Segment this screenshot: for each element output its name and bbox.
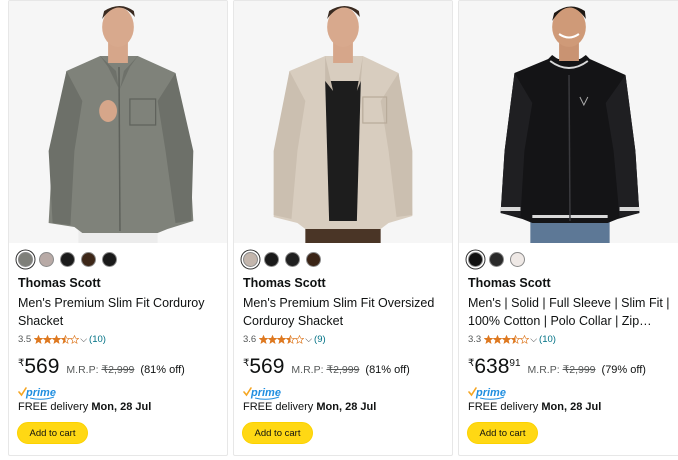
rating-value: 3.3: [468, 334, 482, 345]
product-image[interactable]: [459, 1, 678, 243]
mrp: M.R.P: ₹2,999: [291, 364, 359, 376]
rating-value: 3.5: [18, 334, 32, 345]
rating-value: 3.6: [243, 334, 257, 345]
rating-count-link[interactable]: (9): [314, 334, 326, 345]
delivery-info: FREE delivery Mon, 28 Jul: [468, 401, 601, 413]
delivery-label: FREE delivery: [243, 401, 314, 413]
price-whole: 569: [24, 355, 60, 378]
prime-check-icon: prime: [243, 387, 281, 400]
add-to-cart-button[interactable]: Add to cart: [467, 422, 538, 444]
delivery-label: FREE delivery: [468, 401, 539, 413]
product-title-link[interactable]: Men's Premium Slim Fit Corduroy Shacket: [18, 294, 223, 330]
product-grid: Thomas Scott Men's Premium Slim Fit Cord…: [0, 0, 678, 460]
mrp-label: M.R.P:: [291, 364, 324, 376]
rating-count-link[interactable]: (10): [89, 334, 106, 345]
star-icon: [259, 335, 269, 344]
color-swatch[interactable]: [264, 252, 279, 267]
price-row: ₹ 569 M.R.P: ₹2,999 (81% off): [243, 356, 410, 378]
star-icon: [295, 335, 305, 344]
add-to-cart-button[interactable]: Add to cart: [242, 422, 313, 444]
prime-badge: prime: [18, 386, 58, 400]
color-swatch[interactable]: [102, 252, 117, 267]
mrp: M.R.P: ₹2,999: [528, 364, 596, 376]
color-swatch[interactable]: [39, 252, 54, 267]
star-icon: [520, 335, 530, 344]
rating-row[interactable]: 3.6 ⌵ (9): [243, 334, 326, 345]
prime-badge: prime: [468, 386, 508, 400]
mrp-label: M.R.P:: [66, 364, 99, 376]
prime-label: prime: [475, 387, 506, 399]
add-to-cart-button[interactable]: Add to cart: [17, 422, 88, 444]
color-swatch[interactable]: [81, 252, 96, 267]
product-brand: Thomas Scott: [18, 276, 101, 290]
product-title-link[interactable]: Men's | Solid | Full Sleeve | Slim Fit |…: [468, 294, 673, 330]
star-icon: [61, 335, 71, 344]
color-swatch[interactable]: [243, 252, 258, 267]
product-brand: Thomas Scott: [243, 276, 326, 290]
color-swatch[interactable]: [285, 252, 300, 267]
delivery-date: Mon, 28 Jul: [316, 401, 377, 413]
mrp-value: ₹2,999: [326, 364, 360, 376]
delivery-date: Mon, 28 Jul: [91, 401, 152, 413]
mrp-label: M.R.P:: [527, 364, 560, 376]
rating-count-link[interactable]: (10): [539, 334, 556, 345]
star-icon: [484, 335, 494, 344]
delivery-info: FREE delivery Mon, 28 Jul: [243, 401, 376, 413]
prime-label: prime: [250, 387, 281, 399]
product-card[interactable]: Thomas Scott Men's Premium Slim Fit Cord…: [8, 0, 228, 456]
color-swatches: [243, 252, 321, 267]
color-swatch[interactable]: [60, 252, 75, 267]
star-icon: [34, 335, 44, 344]
prime-badge: prime: [243, 386, 283, 400]
rating-row[interactable]: 3.5 ⌵ (10): [18, 334, 106, 345]
color-swatch[interactable]: [510, 252, 525, 267]
star-rating-icon: [484, 335, 530, 344]
delivery-label: FREE delivery: [18, 401, 89, 413]
chevron-down-icon[interactable]: ⌵: [80, 334, 87, 345]
star-icon: [511, 335, 521, 344]
delivery-info: FREE delivery Mon, 28 Jul: [18, 401, 151, 413]
rating-row[interactable]: 3.3 ⌵ (10): [468, 334, 556, 345]
discount-text: (81% off): [140, 364, 185, 376]
product-title-link[interactable]: Men's Premium Slim Fit Oversized Corduro…: [243, 294, 448, 330]
mrp-value: ₹2,999: [101, 364, 135, 376]
star-icon: [43, 335, 53, 344]
prime-check-icon: prime: [468, 387, 506, 400]
star-icon: [277, 335, 287, 344]
star-icon: [268, 335, 278, 344]
chevron-down-icon[interactable]: ⌵: [305, 334, 312, 345]
color-swatch[interactable]: [489, 252, 504, 267]
delivery-date: Mon, 28 Jul: [541, 401, 602, 413]
star-icon: [493, 335, 503, 344]
product-card[interactable]: Thomas Scott Men's Premium Slim Fit Over…: [233, 0, 453, 456]
color-swatch[interactable]: [18, 252, 33, 267]
color-swatches: [18, 252, 117, 267]
chevron-down-icon[interactable]: ⌵: [530, 334, 537, 345]
mrp-value: ₹2,999: [562, 364, 596, 376]
price-whole: 638: [474, 355, 510, 378]
star-icon: [52, 335, 62, 344]
prime-label: prime: [25, 387, 56, 399]
star-rating-icon: [259, 335, 305, 344]
product-image[interactable]: [234, 1, 452, 243]
color-swatch[interactable]: [468, 252, 483, 267]
price-row: ₹ 638 91 M.R.P: ₹2,999 (79% off): [468, 356, 646, 378]
star-icon: [70, 335, 80, 344]
product-brand: Thomas Scott: [468, 276, 551, 290]
discount-text: (81% off): [365, 364, 410, 376]
price-fraction: 91: [509, 358, 521, 369]
discount-text: (79% off): [601, 364, 646, 376]
color-swatch[interactable]: [306, 252, 321, 267]
price-row: ₹ 569 M.R.P: ₹2,999 (81% off): [18, 356, 185, 378]
star-icon: [286, 335, 296, 344]
star-rating-icon: [34, 335, 80, 344]
prime-check-icon: prime: [18, 387, 56, 400]
product-card[interactable]: Thomas Scott Men's | Solid | Full Sleeve…: [458, 0, 678, 456]
mrp: M.R.P: ₹2,999: [66, 364, 134, 376]
color-swatches: [468, 252, 525, 267]
price-whole: 569: [249, 355, 285, 378]
product-image[interactable]: [9, 1, 227, 243]
star-icon: [502, 335, 512, 344]
